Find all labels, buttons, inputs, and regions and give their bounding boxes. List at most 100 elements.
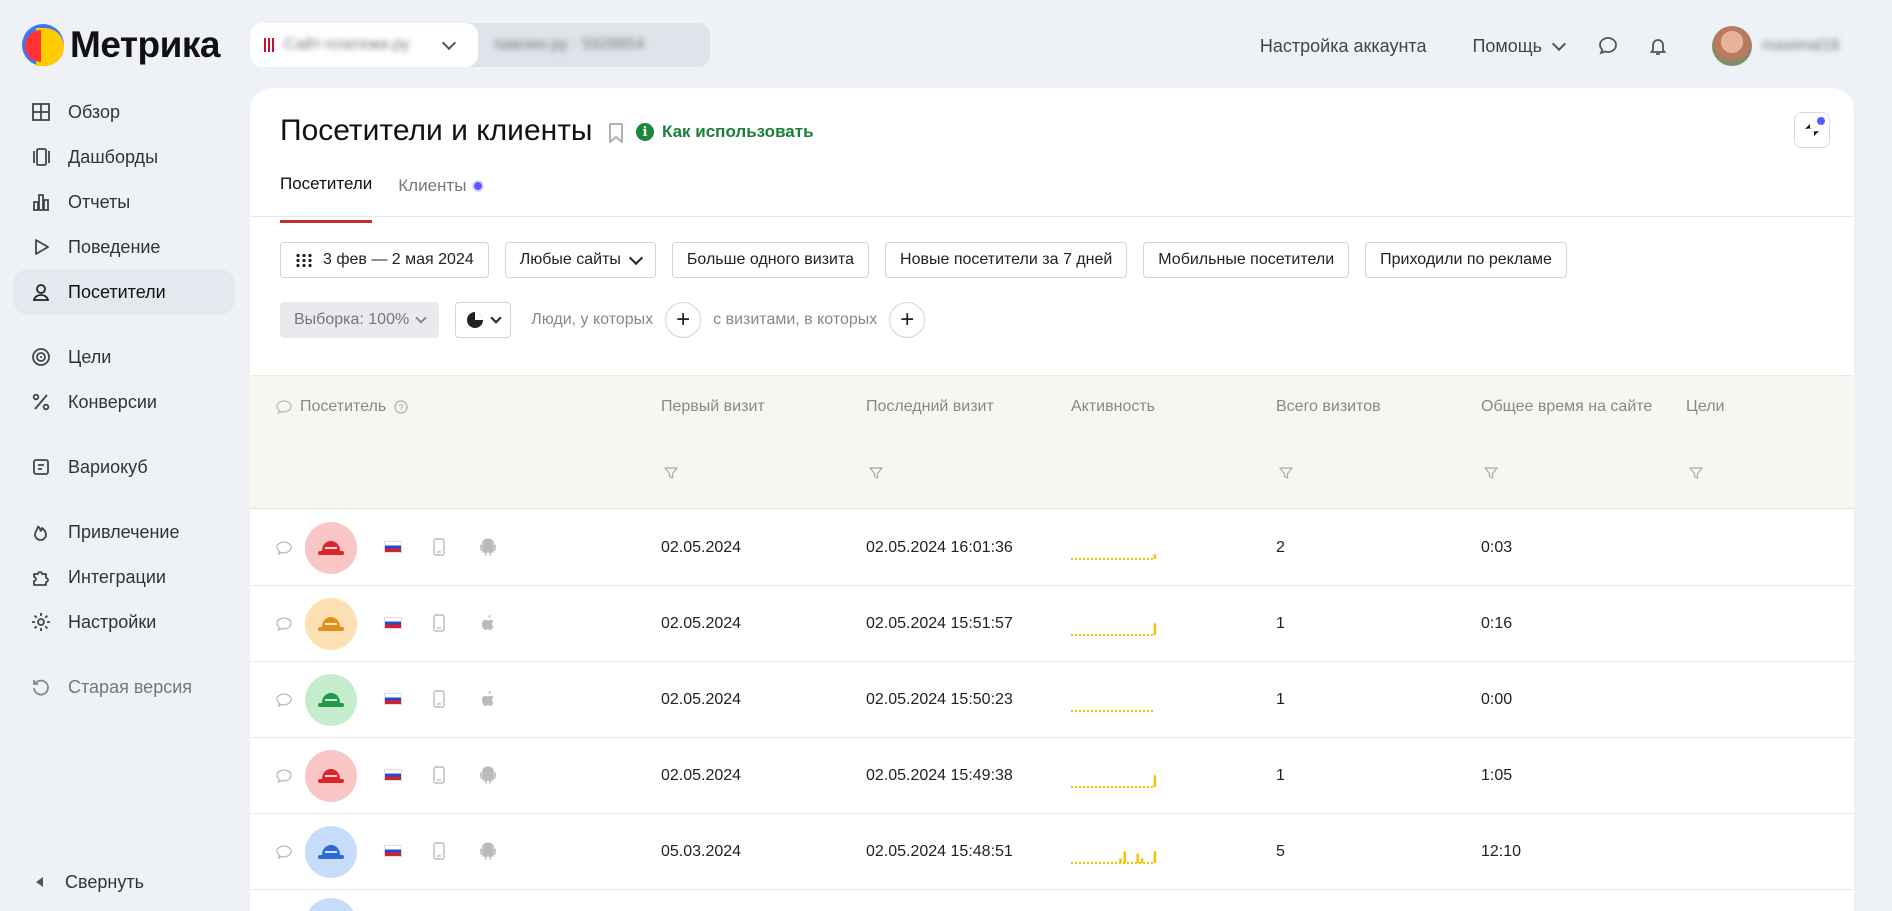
bell-icon[interactable] — [1646, 34, 1670, 58]
comment-icon[interactable] — [276, 617, 292, 631]
date-range-button[interactable]: 3 фев — 2 мая 2024 — [280, 242, 489, 278]
counter-name: Сайт-платежи.ру — [284, 36, 410, 53]
smartphone-icon — [433, 538, 445, 556]
help-menu[interactable]: Помощь — [1472, 36, 1567, 57]
visitor-avatar[interactable] — [305, 750, 357, 802]
account-settings-link[interactable]: Настройка аккаунта — [1260, 36, 1427, 57]
column-total-time[interactable]: Общее время на сайте — [1481, 398, 1652, 416]
column-visitor[interactable]: Посетитель ? — [276, 398, 408, 416]
sidebar-item-integrations[interactable]: Интеграции — [14, 555, 234, 599]
first-visit-cell: 02.05.2024 — [661, 767, 742, 784]
visits-condition-label: с визитами, в которых — [713, 311, 878, 328]
first-visit-cell: 02.05.2024 — [661, 539, 742, 556]
sparkline-bar — [1123, 851, 1126, 863]
user-name[interactable]: maximal18 — [1762, 37, 1862, 55]
partial-row-avatar — [305, 898, 357, 911]
column-filter-icon[interactable] — [664, 466, 678, 480]
preset-mobile-visitors[interactable]: Мобильные посетители — [1143, 242, 1350, 278]
sample-dropdown[interactable]: Выборка: 100% — [280, 302, 440, 338]
last-visit-cell: 02.05.2024 16:01:36 — [866, 539, 1013, 556]
chevron-down-icon — [1551, 36, 1567, 51]
metrika-logo[interactable]: Метрика — [22, 24, 220, 66]
bookmark-icon[interactable] — [607, 122, 625, 149]
apple-icon — [480, 690, 496, 713]
visitor-avatar[interactable] — [305, 522, 357, 574]
table-row[interactable]: 02.05.2024 02.05.2024 15:49:38 1 1:05 — [250, 738, 1854, 814]
smartphone-icon — [433, 842, 445, 860]
column-total-visits[interactable]: Всего визитов — [1276, 398, 1381, 416]
help-circle-icon[interactable]: ? — [394, 400, 408, 414]
sidebar-item-old-version[interactable]: Старая версия — [14, 665, 234, 709]
page-title: Посетители и клиенты — [280, 114, 593, 147]
sidebar-item-reports[interactable]: Отчеты — [14, 180, 234, 224]
sidebar-item-variocube[interactable]: Вариокуб — [14, 445, 234, 489]
preset-new-visitors-7-days[interactable]: Новые посетители за 7 дней — [885, 242, 1128, 278]
russia-flag-icon — [384, 541, 402, 553]
people-condition-label: Люди, у которых — [531, 311, 654, 328]
preset-more-than-one-visit[interactable]: Больше одного визита — [671, 242, 870, 278]
first-visit-cell: 02.05.2024 — [661, 615, 742, 632]
sidebar-item-visitors[interactable]: Посетители — [14, 270, 234, 314]
column-filter-icon[interactable] — [869, 466, 883, 480]
sidebar-item-overview[interactable]: Обзор — [14, 90, 234, 134]
add-people-condition-button[interactable]: + — [665, 302, 702, 338]
column-first-visit[interactable]: Первый визит — [661, 398, 765, 416]
user-icon — [32, 284, 50, 301]
counter-selector[interactable]: Сайт-платежи.ру павлин.ру · 5928854 — [250, 23, 710, 67]
how-to-use-link[interactable]: i Как использовать — [636, 122, 814, 142]
segment-type-dropdown[interactable] — [455, 302, 512, 338]
comment-icon[interactable] — [276, 845, 292, 859]
sidebar-item-settings[interactable]: Настройки — [14, 600, 234, 644]
comment-icon[interactable] — [276, 693, 292, 707]
variocube-icon — [33, 459, 49, 475]
chevron-down-icon — [628, 250, 643, 265]
smartphone-icon — [433, 614, 445, 632]
counter-current[interactable]: Сайт-платежи.ру — [250, 23, 478, 67]
column-goals[interactable]: Цели — [1686, 398, 1724, 416]
user-avatar[interactable] — [1712, 26, 1752, 66]
sidebar-item-conversions[interactable]: Конверсии — [14, 380, 234, 424]
table-row[interactable]: 02.05.2024 02.05.2024 15:50:23 1 0:00 — [250, 662, 1854, 738]
play-icon — [35, 239, 49, 255]
total-time-cell: 0:00 — [1481, 691, 1513, 708]
column-activity[interactable]: Активность — [1071, 398, 1155, 416]
metrika-logo-icon — [22, 24, 64, 66]
last-visit-cell: 02.05.2024 15:49:38 — [866, 767, 1013, 784]
sparkline-bar — [1153, 775, 1157, 787]
chat-icon[interactable] — [1596, 34, 1620, 58]
sidebar-item-goals[interactable]: Цели — [14, 335, 234, 379]
counter-id[interactable]: павлин.ру · 5928854 — [478, 23, 710, 67]
apple-icon — [480, 614, 496, 637]
logo-text: Метрика — [70, 24, 220, 65]
sidebar-item-behavior[interactable]: Поведение — [14, 225, 234, 269]
add-visits-condition-button[interactable]: + — [889, 302, 926, 338]
first-visit-cell: 05.03.2024 — [661, 843, 742, 860]
collapse-sidebar-button[interactable]: Свернуть — [14, 860, 234, 904]
table-row[interactable]: 02.05.2024 02.05.2024 15:51:57 1 0:16 — [250, 586, 1854, 662]
smartphone-icon — [433, 690, 445, 708]
column-filter-icon[interactable] — [1484, 466, 1498, 480]
comment-icon[interactable] — [276, 541, 292, 555]
total-time-cell: 12:10 — [1481, 843, 1522, 860]
sidebar-item-dashboards[interactable]: Дашборды — [14, 135, 234, 179]
table-row[interactable]: 02.05.2024 02.05.2024 16:01:36 2 0:03 — [250, 510, 1854, 586]
gear-icon — [32, 613, 50, 631]
comment-icon — [276, 400, 292, 414]
assistant-button[interactable] — [1794, 112, 1830, 148]
activity-sparkline — [1071, 851, 1157, 864]
column-last-visit[interactable]: Последний визит — [866, 398, 994, 416]
sidebar-item-acquisition[interactable]: Привлечение — [14, 510, 234, 554]
visitor-avatar[interactable] — [305, 826, 357, 878]
total-visits-cell: 1 — [1276, 691, 1285, 708]
comment-icon[interactable] — [276, 769, 292, 783]
column-filter-icon[interactable] — [1689, 466, 1703, 480]
visitor-avatar[interactable] — [305, 598, 357, 650]
preset-came-from-ads[interactable]: Приходили по рекламе — [1365, 242, 1567, 278]
sidebar: Обзор Дашборды Отчеты Поведение Посетите… — [14, 90, 234, 710]
collapse-arrow-icon — [36, 877, 43, 887]
table-row[interactable]: 05.03.2024 02.05.2024 15:48:51 5 12:10 — [250, 814, 1854, 890]
sites-dropdown[interactable]: Любые сайты — [504, 242, 656, 278]
visitor-avatar[interactable] — [305, 674, 357, 726]
column-filter-icon[interactable] — [1279, 466, 1293, 480]
last-visit-cell: 02.05.2024 15:51:57 — [866, 615, 1013, 632]
